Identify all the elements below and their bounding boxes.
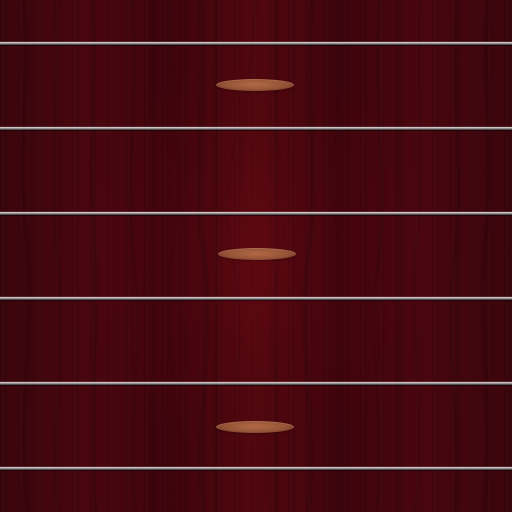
- wood-drawer-panel: [0, 0, 512, 512]
- shelf-divider: [0, 467, 512, 470]
- drawer-handle-icon[interactable]: [216, 421, 294, 433]
- shelf-divider: [0, 127, 512, 130]
- shelf-divider: [0, 212, 512, 215]
- drawer-handle-icon[interactable]: [218, 248, 296, 260]
- drawer-handle-icon[interactable]: [216, 79, 294, 91]
- shelf-divider: [0, 297, 512, 300]
- shelf-divider: [0, 42, 512, 45]
- shelf-divider: [0, 382, 512, 385]
